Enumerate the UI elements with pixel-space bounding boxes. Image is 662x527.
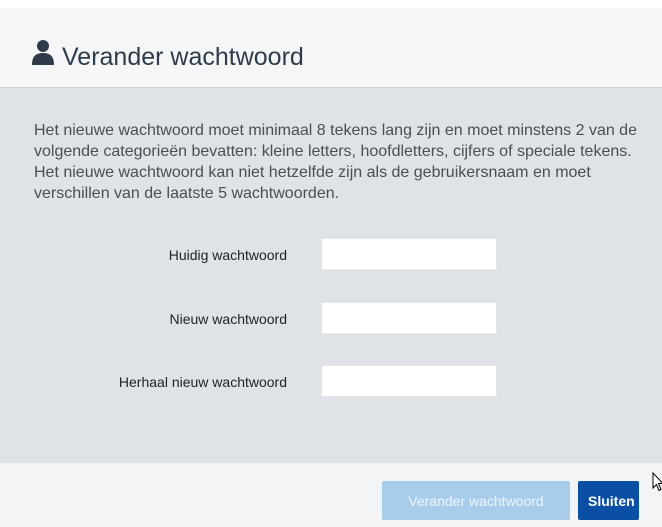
dialog-header: Verander wachtwoord bbox=[0, 8, 662, 88]
user-icon bbox=[32, 40, 54, 65]
change-password-button[interactable]: Verander wachtwoord bbox=[382, 481, 570, 520]
new-password-input[interactable] bbox=[321, 302, 497, 334]
new-password-label: Nieuw wachtwoord bbox=[169, 311, 288, 327]
change-password-dialog: Verander wachtwoord Het nieuwe wachtwoor… bbox=[0, 8, 662, 527]
repeat-password-row: Herhaal nieuw wachtwoord bbox=[0, 365, 662, 399]
new-password-row: Nieuw wachtwoord bbox=[0, 302, 662, 336]
current-password-row: Huidig wachtwoord bbox=[0, 238, 662, 272]
current-password-input[interactable] bbox=[321, 238, 497, 270]
repeat-password-input[interactable] bbox=[321, 365, 497, 397]
dialog-body: Het nieuwe wachtwoord moet minimaal 8 te… bbox=[0, 88, 662, 463]
mouse-cursor-icon bbox=[652, 472, 662, 492]
dialog-title: Verander wachtwoord bbox=[62, 43, 304, 71]
repeat-password-label: Herhaal nieuw wachtwoord bbox=[118, 374, 287, 390]
close-button[interactable]: Sluiten bbox=[578, 481, 639, 520]
dialog-footer: Verander wachtwoord Sluiten bbox=[0, 463, 662, 527]
current-password-label: Huidig wachtwoord bbox=[168, 247, 287, 263]
password-requirements-text: Het nieuwe wachtwoord moet minimaal 8 te… bbox=[34, 122, 637, 202]
